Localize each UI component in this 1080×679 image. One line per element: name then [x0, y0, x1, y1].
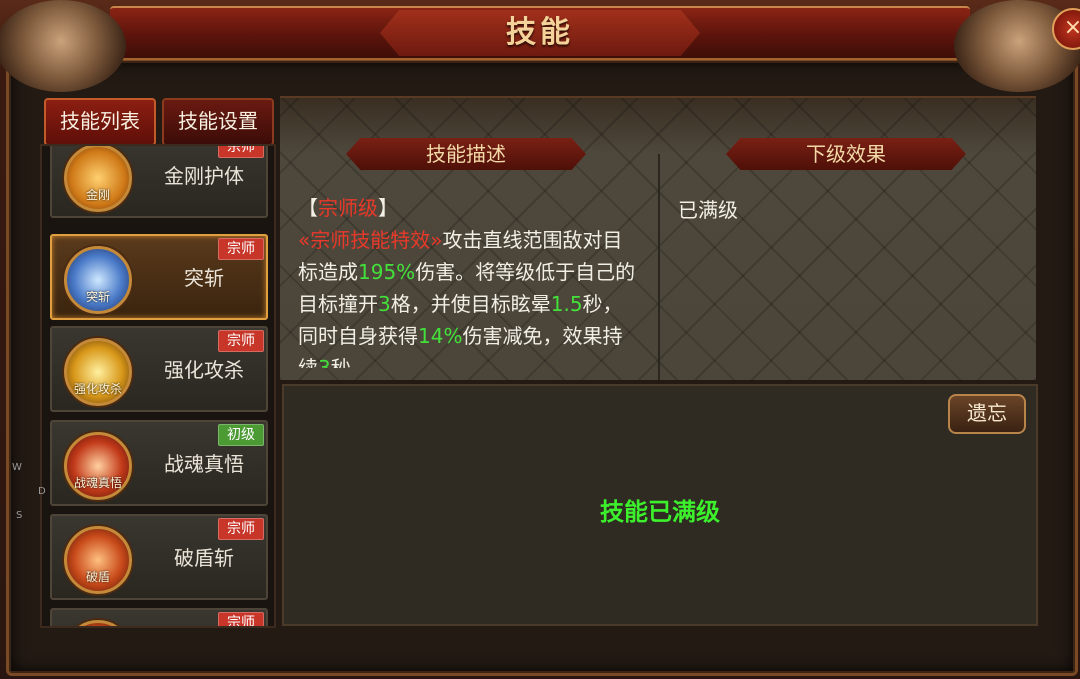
- skill-item-charge[interactable]: 突斩 突斩 宗师: [50, 234, 268, 320]
- side-key-w: W: [12, 462, 22, 473]
- shield-break-skill-icon: 破盾: [64, 526, 132, 594]
- partial-skill-icon: [64, 620, 132, 626]
- skill-level-badge: 宗师: [218, 238, 264, 260]
- skill-name: 强化攻杀: [164, 358, 244, 382]
- skill-item-partial[interactable]: 宗师: [50, 608, 268, 626]
- skill-level-badge: 宗师: [218, 612, 264, 626]
- skill-name: 金刚护体: [164, 164, 244, 188]
- skill-item-enhanced-attack[interactable]: 强化攻杀 强化攻杀 宗师: [50, 326, 268, 412]
- skill-name: 战魂真悟: [164, 452, 244, 476]
- skill-description-header: 技能描述: [426, 142, 506, 166]
- max-level-message: 技能已满级: [600, 498, 720, 526]
- war-soul-skill-icon: 战魂真悟: [64, 432, 132, 500]
- skill-description-area: 技能描述 下级效果 【宗师级】 «宗师技能特效»攻击直线范围敌对目标造成195%伤…: [280, 96, 1036, 380]
- skill-level-badge: 宗师: [218, 518, 264, 540]
- skill-name: 破盾斩: [174, 546, 234, 570]
- side-key-d: D: [38, 486, 46, 497]
- skill-level-badge: 初级: [218, 424, 264, 446]
- skill-item-war-soul[interactable]: 战魂真悟 战魂真悟 初级: [50, 420, 268, 506]
- skill-description-text[interactable]: 【宗师级】 «宗师技能特效»攻击直线范围敌对目标造成195%伤害。将等级低于自己的…: [298, 192, 638, 368]
- skill-name: 突斩: [184, 266, 224, 290]
- skill-item-shield-break[interactable]: 破盾 破盾斩 宗师: [50, 514, 268, 600]
- dragon-ornament-left-icon: [0, 0, 126, 92]
- tab-skill-list[interactable]: 技能列表: [44, 98, 156, 146]
- side-key-s: S: [16, 510, 23, 521]
- skill-action-panel: 遗忘 技能已满级: [282, 384, 1038, 626]
- skill-list[interactable]: 金刚 金刚护体 宗师 突斩 突斩 宗师 强化攻杀 强化攻杀 宗师 战魂真悟 战魂…: [40, 144, 276, 628]
- charge-skill-icon: 突斩: [64, 246, 132, 314]
- tab-skill-settings[interactable]: 技能设置: [162, 98, 274, 146]
- enhanced-attack-skill-icon: 强化攻杀: [64, 338, 132, 406]
- skill-level-badge: 宗师: [218, 330, 264, 352]
- column-divider: [658, 154, 660, 380]
- window-title: 技能: [506, 15, 574, 50]
- skill-item-vajra[interactable]: 金刚 金刚护体 宗师: [50, 146, 268, 218]
- next-level-header: 下级效果: [806, 142, 886, 166]
- forget-skill-button[interactable]: 遗忘: [948, 394, 1026, 434]
- next-level-effect-text: 已满级: [678, 198, 738, 222]
- vajra-skill-icon: 金刚: [64, 146, 132, 212]
- skill-level-badge: 宗师: [218, 146, 264, 158]
